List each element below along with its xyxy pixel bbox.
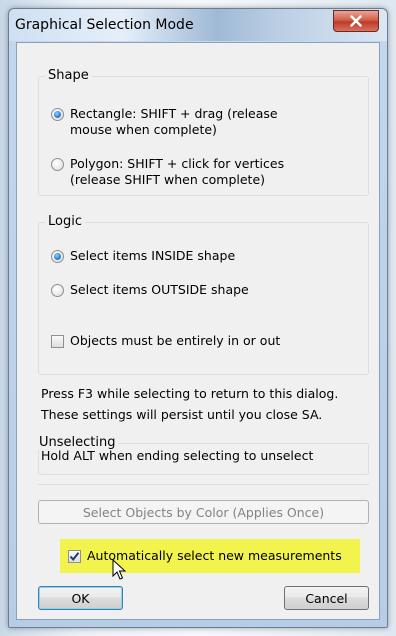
shape-legend: Shape bbox=[45, 68, 92, 83]
cancel-button[interactable]: Cancel bbox=[284, 586, 369, 610]
window-title: Graphical Selection Mode bbox=[15, 17, 194, 33]
dialog-body: Shape Rectangle: SHIFT + drag (release m… bbox=[16, 42, 380, 620]
radio-polygon-indicator[interactable] bbox=[51, 158, 64, 171]
ok-button[interactable]: OK bbox=[38, 586, 123, 610]
radio-rectangle[interactable]: Rectangle: SHIFT + drag (release mouse w… bbox=[51, 106, 351, 138]
checkbox-entirely[interactable]: Objects must be entirely in or out bbox=[51, 333, 351, 349]
select-by-color-button[interactable]: Select Objects by Color (Applies Once) bbox=[38, 500, 369, 524]
divider bbox=[38, 484, 369, 485]
close-icon bbox=[350, 15, 362, 27]
radio-outside-label: Select items OUTSIDE shape bbox=[70, 282, 249, 297]
radio-inside-indicator[interactable] bbox=[51, 250, 64, 263]
mouse-cursor-icon bbox=[112, 559, 126, 580]
checkmark-icon bbox=[69, 552, 80, 562]
radio-polygon-label: Polygon: SHIFT + click for vertices (rel… bbox=[70, 156, 284, 188]
radio-rectangle-label-line1: Rectangle: SHIFT + drag (release bbox=[70, 106, 278, 121]
radio-polygon-label-line1: Polygon: SHIFT + click for vertices bbox=[70, 156, 285, 171]
close-button[interactable] bbox=[333, 10, 379, 32]
checkbox-entirely-label: Objects must be entirely in or out bbox=[70, 333, 281, 348]
checkbox-auto-select-box[interactable] bbox=[68, 550, 81, 563]
radio-polygon-label-line2: (release SHIFT when complete) bbox=[70, 172, 266, 187]
note-line-2: These settings will persist until you cl… bbox=[41, 407, 323, 422]
checkbox-entirely-box[interactable] bbox=[51, 335, 64, 348]
radio-rectangle-indicator[interactable] bbox=[51, 108, 64, 121]
title-bar[interactable]: Graphical Selection Mode bbox=[9, 9, 387, 41]
radio-rectangle-label-line2: mouse when complete) bbox=[70, 122, 217, 137]
radio-polygon[interactable]: Polygon: SHIFT + click for vertices (rel… bbox=[51, 156, 351, 188]
radio-inside[interactable]: Select items INSIDE shape bbox=[51, 248, 351, 264]
radio-outside[interactable]: Select items OUTSIDE shape bbox=[51, 282, 351, 298]
dialog-window: Graphical Selection Mode Shape Rectangle… bbox=[8, 8, 388, 628]
radio-inside-label: Select items INSIDE shape bbox=[70, 248, 236, 263]
radio-outside-indicator[interactable] bbox=[51, 284, 64, 297]
logic-legend: Logic bbox=[45, 214, 85, 229]
unselecting-text: Hold ALT when ending selecting to unsele… bbox=[41, 448, 314, 463]
note-line-1: Press F3 while selecting to return to th… bbox=[41, 386, 339, 401]
radio-rectangle-label: Rectangle: SHIFT + drag (release mouse w… bbox=[70, 106, 278, 138]
logic-group: Logic bbox=[38, 214, 369, 375]
